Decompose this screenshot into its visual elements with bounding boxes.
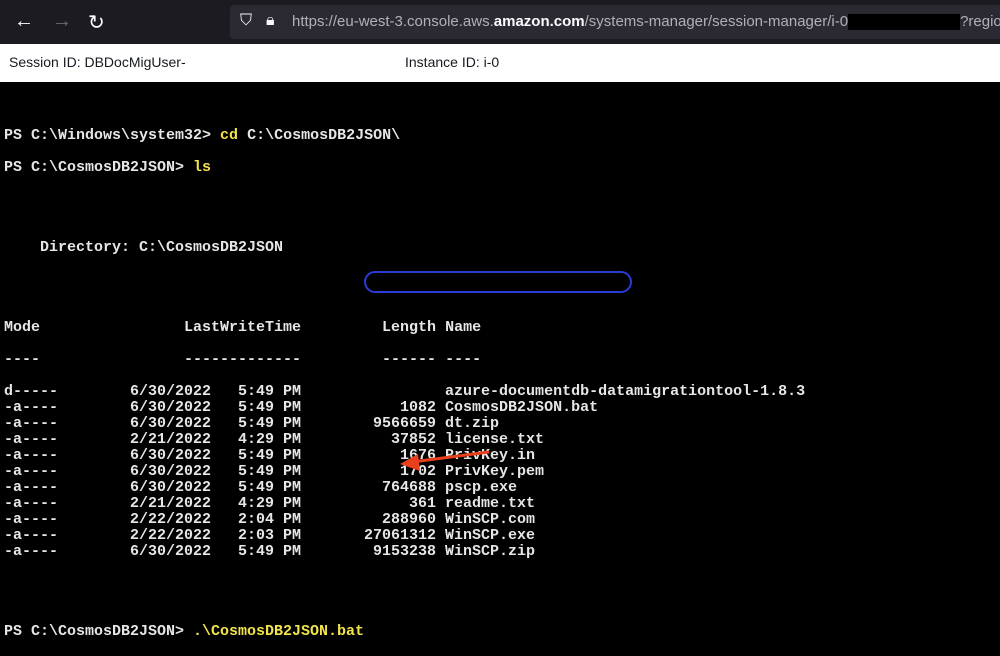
file-length: 1082 (400, 399, 437, 416)
file-mode: -a---- (4, 495, 59, 512)
file-row: d----- 6/30/2022 5:49 PM azure-documentdb-… (4, 384, 805, 400)
url-prefix: https://eu-west-3.console.aws. (292, 13, 494, 30)
file-date: 6/30/2022 (130, 543, 212, 560)
file-date: 6/30/2022 (130, 399, 212, 416)
command: .\CosmosDB2JSON.bat (193, 623, 365, 640)
file-length: 764688 (382, 479, 437, 496)
file-row: -a---- 6/30/2022 5:49 PM 9566659 dt.zip (4, 416, 805, 432)
file-length: 361 (409, 495, 437, 512)
command: cd (220, 127, 239, 144)
terminal-line: PS C:\Windows\system32> cd C:\CosmosDB2J… (4, 128, 805, 144)
file-mode: -a---- (4, 543, 59, 560)
file-mode: -a---- (4, 399, 59, 416)
file-mode: d----- (4, 383, 59, 400)
file-time: 2:04 PM (238, 511, 302, 528)
file-time: 5:49 PM (238, 447, 302, 464)
redaction (848, 14, 961, 31)
file-row: -a---- 2/22/2022 2:04 PM 288960 WinSCP.com (4, 512, 805, 528)
file-row: -a---- 6/30/2022 5:49 PM 764688 pscp.exe (4, 480, 805, 496)
file-row: -a---- 6/30/2022 5:49 PM 9153238 WinSCP.zip (4, 544, 805, 560)
file-date: 2/22/2022 (130, 527, 212, 544)
file-length: 27061312 (364, 527, 437, 544)
file-time: 5:49 PM (238, 383, 302, 400)
directory-line: Directory: C:\CosmosDB2JSON (4, 239, 284, 256)
file-name: WinSCP.com (445, 511, 536, 528)
file-name: WinSCP.exe (445, 527, 536, 544)
instance-id: Instance ID: i-0 (405, 54, 500, 70)
file-mode: -a---- (4, 431, 59, 448)
file-date: 6/30/2022 (130, 447, 212, 464)
file-name: dt.zip (445, 415, 500, 432)
reload-icon[interactable]: ↻ (88, 10, 105, 35)
file-date: 2/22/2022 (130, 511, 212, 528)
file-time: 5:49 PM (238, 463, 302, 480)
dash-length: ------ (382, 351, 437, 368)
dash-lwt: ------------- (184, 351, 302, 368)
dash-name: ---- (445, 351, 482, 368)
session-info-bar: Session ID: DBDocMigUser- Instance ID: i… (0, 44, 1000, 82)
url-suffix: ?region= (960, 13, 1000, 30)
file-mode: -a---- (4, 527, 59, 544)
file-name: CosmosDB2JSON.bat (445, 399, 599, 416)
url-bar[interactable]: ⛉ 🔒︎ https://eu-west-3.console.aws.amazo… (230, 5, 1000, 39)
file-mode: -a---- (4, 463, 59, 480)
terminal-line: PS C:\CosmosDB2JSON> .\CosmosDB2JSON.bat (4, 624, 805, 640)
file-time: 2:03 PM (238, 527, 302, 544)
header-lastwritetime: LastWriteTime (184, 319, 302, 336)
shield-icon[interactable]: ⛉ (240, 12, 252, 30)
file-date: 6/30/2022 (130, 415, 212, 432)
file-mode: -a---- (4, 511, 59, 528)
file-time: 4:29 PM (238, 495, 302, 512)
file-length: 9153238 (373, 543, 437, 560)
browser-toolbar: ← → ↻ ⛉ 🔒︎ https://eu-west-3.console.aws… (0, 0, 1000, 44)
file-length: 288960 (382, 511, 437, 528)
url-domain: amazon.com (493, 13, 585, 30)
file-date: 6/30/2022 (130, 463, 212, 480)
file-time: 5:49 PM (238, 543, 302, 560)
header-length: Length (382, 319, 437, 336)
file-name: pscp.exe (445, 479, 518, 496)
forward-icon[interactable]: → (52, 10, 72, 33)
file-time: 4:29 PM (238, 431, 302, 448)
file-name: WinSCP.zip (445, 543, 536, 560)
file-time: 5:49 PM (238, 479, 302, 496)
file-mode: -a---- (4, 447, 59, 464)
command-arg: C:\CosmosDB2JSON\ (238, 127, 401, 144)
file-time: 5:49 PM (238, 415, 302, 432)
dash-mode: ---- (4, 351, 41, 368)
file-name: readme.txt (445, 495, 536, 512)
terminal[interactable]: PS C:\Windows\system32> cd C:\CosmosDB2J… (4, 112, 805, 656)
url-path: /systems-manager/session-manager/i-0 (584, 13, 849, 30)
highlight-ellipse (364, 271, 632, 293)
terminal-line: PS C:\CosmosDB2JSON> ls (4, 160, 805, 176)
prompt: PS C:\CosmosDB2JSON> (4, 623, 194, 640)
prompt: PS C:\Windows\system32> (4, 127, 221, 144)
back-icon[interactable]: ← (14, 10, 34, 33)
file-name: azure-documentdb-datamigrationtool-1.8.3 (445, 383, 806, 400)
file-row: -a---- 6/30/2022 5:49 PM 1082 CosmosDB2JSON… (4, 400, 805, 416)
file-mode: -a---- (4, 479, 59, 496)
session-id: Session ID: DBDocMigUser- (9, 54, 186, 70)
command: ls (193, 159, 212, 176)
file-date: 2/21/2022 (130, 431, 212, 448)
annotation-arrow-icon (400, 450, 490, 471)
file-date: 2/21/2022 (130, 495, 212, 512)
header-name: Name (445, 319, 482, 336)
file-length: 9566659 (373, 415, 437, 432)
prompt: PS C:\CosmosDB2JSON> (4, 159, 194, 176)
header-mode: Mode (4, 319, 41, 336)
file-row: -a---- 2/22/2022 2:03 PM 27061312 WinSCP.ex… (4, 528, 805, 544)
file-date: 6/30/2022 (130, 479, 212, 496)
url-text[interactable]: https://eu-west-3.console.aws.amazon.com… (292, 13, 1000, 31)
lock-icon[interactable]: 🔒︎ (266, 12, 275, 30)
file-time: 5:49 PM (238, 399, 302, 416)
listing-dashes: ---- ------------- ------ ---- (4, 352, 805, 368)
listing-header: Mode LastWriteTime Length Name (4, 320, 805, 336)
file-mode: -a---- (4, 415, 59, 432)
file-row: -a---- 2/21/2022 4:29 PM 361 readme.txt (4, 496, 805, 512)
file-date: 6/30/2022 (130, 383, 212, 400)
